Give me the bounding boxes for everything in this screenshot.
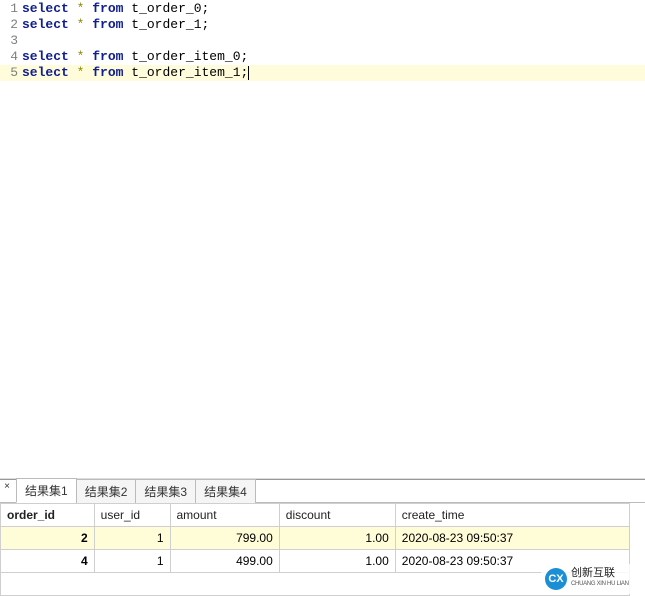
result-grid[interactable]: order_id user_id amount discount create_… bbox=[0, 503, 630, 596]
editor-line[interactable]: 4 select * from t_order_item_0; bbox=[0, 49, 645, 65]
result-grid-wrap: order_id user_id amount discount create_… bbox=[0, 503, 645, 596]
line-number: 5 bbox=[0, 65, 22, 81]
line-number: 3 bbox=[0, 33, 22, 49]
table-row[interactable]: 4 1 499.00 1.00 2020-08-23 09:50:37 bbox=[1, 550, 630, 573]
tab-resultset-1[interactable]: 结果集1 bbox=[16, 478, 77, 503]
result-tabs: 结果集1 结果集2 结果集3 结果集4 bbox=[0, 480, 645, 503]
cell-order-id: 4 bbox=[1, 550, 95, 573]
col-discount[interactable]: discount bbox=[279, 504, 395, 527]
empty-grid-space bbox=[1, 573, 630, 596]
col-create-time[interactable]: create_time bbox=[395, 504, 629, 527]
editor-line-list: 1 select * from t_order_0; 2 select * fr… bbox=[0, 0, 645, 81]
code-text: select * from t_order_item_1; bbox=[22, 65, 249, 81]
editor-line[interactable]: 3 bbox=[0, 33, 645, 49]
col-amount[interactable]: amount bbox=[170, 504, 279, 527]
app-root: 1 select * from t_order_0; 2 select * fr… bbox=[0, 0, 645, 596]
line-number: 2 bbox=[0, 17, 22, 33]
cell-amount: 499.00 bbox=[170, 550, 279, 573]
table-header-row: order_id user_id amount discount create_… bbox=[1, 504, 630, 527]
cell-amount: 799.00 bbox=[170, 527, 279, 550]
editor-line[interactable]: 1 select * from t_order_0; bbox=[0, 1, 645, 17]
results-panel: × 结果集1 结果集2 结果集3 结果集4 order_id user bbox=[0, 479, 645, 596]
col-order-id[interactable]: order_id bbox=[1, 504, 95, 527]
code-text: select * from t_order_0; bbox=[22, 1, 209, 17]
line-number: 4 bbox=[0, 49, 22, 65]
line-number: 1 bbox=[0, 1, 22, 17]
tab-resultset-2[interactable]: 结果集2 bbox=[76, 479, 137, 503]
cell-order-id: 2 bbox=[1, 527, 95, 550]
editor-line[interactable]: 2 select * from t_order_1; bbox=[0, 17, 645, 33]
cell-user-id: 1 bbox=[94, 527, 170, 550]
cell-create-time: 2020-08-23 09:50:37 bbox=[395, 527, 629, 550]
code-text: select * from t_order_1; bbox=[22, 17, 209, 33]
cell-create-time: 2020-08-23 09:50:37 bbox=[395, 550, 629, 573]
tab-resultset-3[interactable]: 结果集3 bbox=[135, 479, 196, 503]
sql-editor[interactable]: 1 select * from t_order_0; 2 select * fr… bbox=[0, 0, 645, 479]
cell-discount: 1.00 bbox=[279, 527, 395, 550]
text-caret bbox=[248, 66, 249, 80]
code-text: select * from t_order_item_0; bbox=[22, 49, 248, 65]
tab-resultset-4[interactable]: 结果集4 bbox=[195, 479, 256, 503]
table-row[interactable]: 2 1 799.00 1.00 2020-08-23 09:50:37 bbox=[1, 527, 630, 550]
col-user-id[interactable]: user_id bbox=[94, 504, 170, 527]
cell-user-id: 1 bbox=[94, 550, 170, 573]
editor-line-current[interactable]: 5 select * from t_order_item_1; bbox=[0, 65, 645, 81]
cell-discount: 1.00 bbox=[279, 550, 395, 573]
close-icon[interactable]: × bbox=[1, 481, 13, 493]
